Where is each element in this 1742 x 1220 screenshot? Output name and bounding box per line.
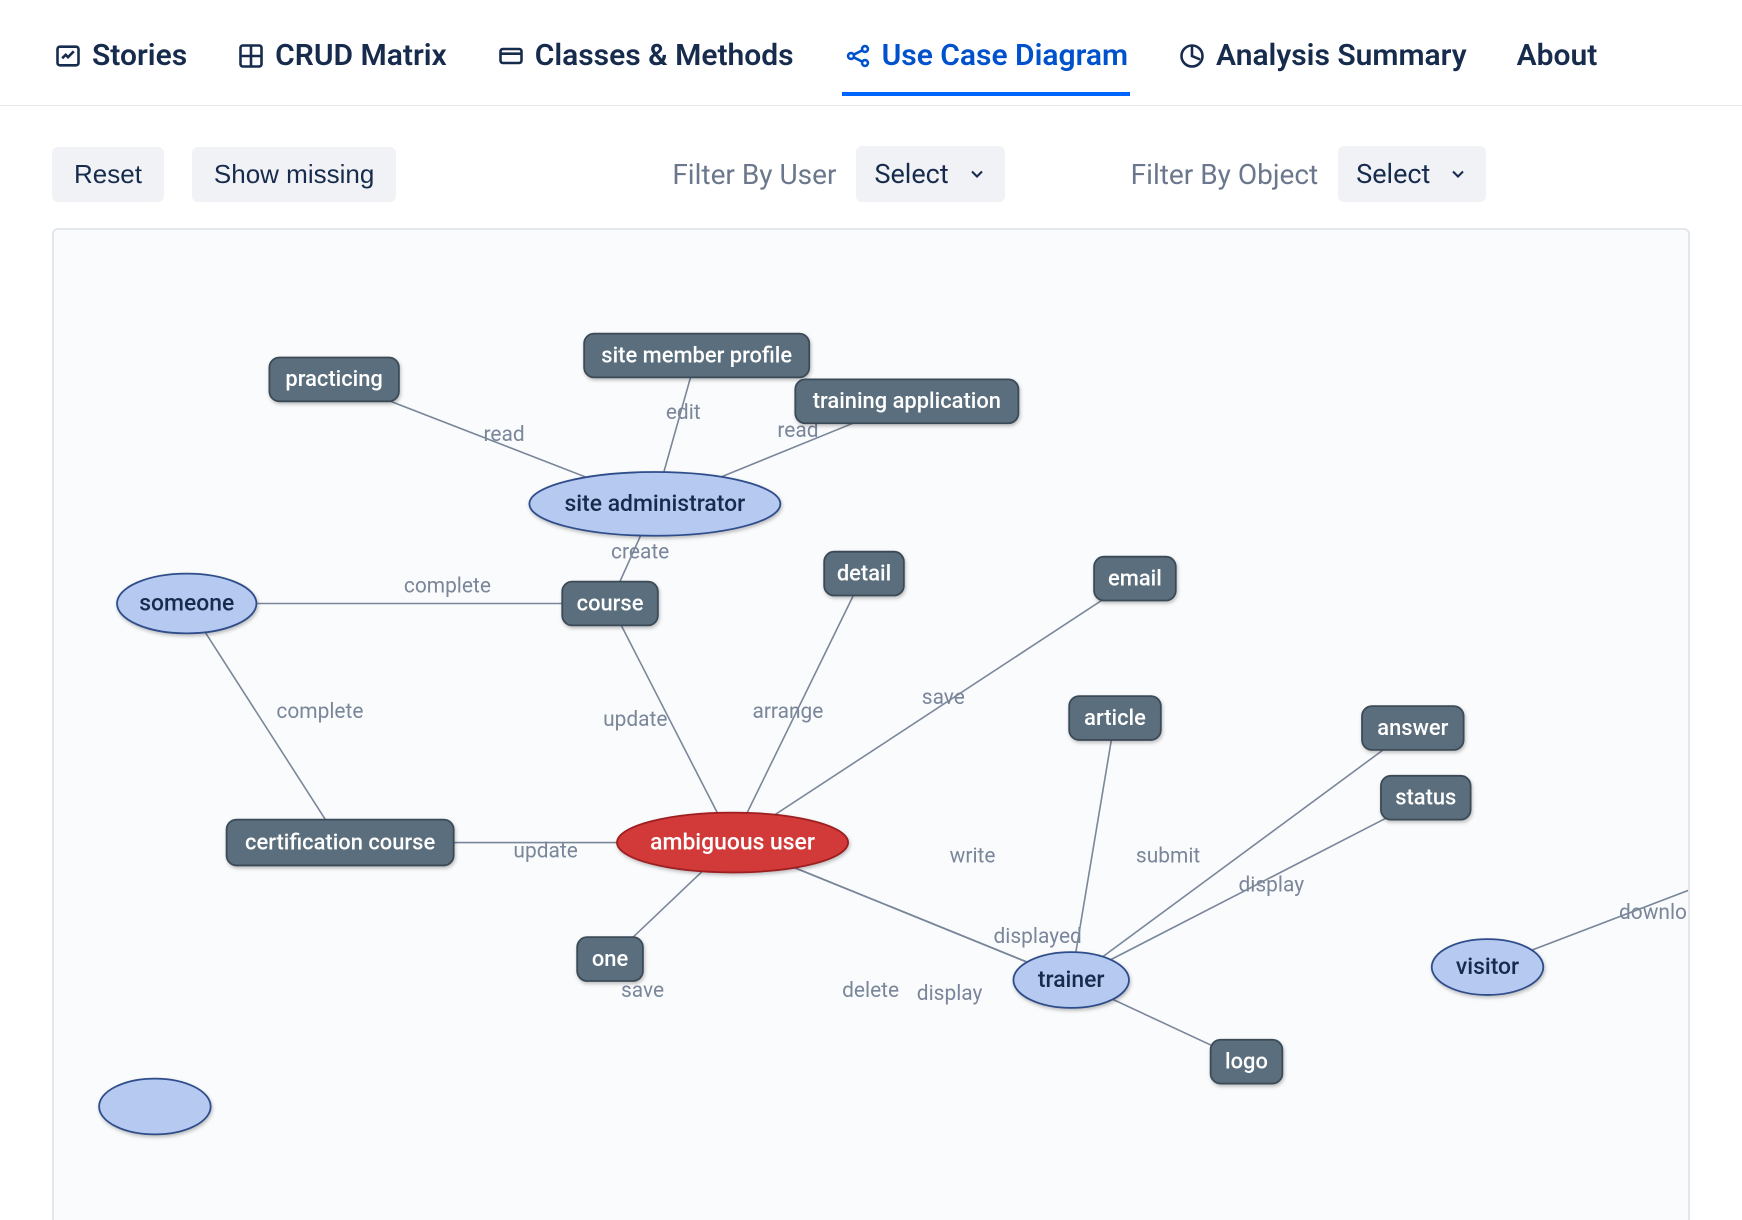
actor-label: trainer (1038, 966, 1105, 993)
actor-node-visitor[interactable]: visitor (1432, 939, 1544, 995)
filter-user-label: Filter By User (672, 158, 836, 191)
filter-user-select[interactable]: Select (856, 146, 1004, 202)
object-node-training_app[interactable]: training application (795, 379, 1018, 423)
tab-classes[interactable]: Classes & Methods (495, 24, 796, 95)
tab-crud[interactable]: CRUD Matrix (235, 24, 449, 95)
object-label: status (1395, 785, 1456, 810)
tab-label: Analysis Summary (1216, 38, 1467, 73)
show-missing-button[interactable]: Show missing (192, 147, 396, 202)
object-node-cert_course[interactable]: certification course (227, 820, 454, 866)
edge-label: complete (404, 575, 491, 599)
object-label: course (577, 591, 644, 616)
card-icon (497, 42, 525, 70)
tab-label: Use Case Diagram (882, 38, 1128, 73)
edge-label: update (603, 708, 667, 732)
select-value: Select (1356, 158, 1430, 190)
filter-object-select[interactable]: Select (1338, 146, 1486, 202)
object-label: practicing (285, 367, 382, 392)
grid-icon (237, 42, 265, 70)
pie-icon (1178, 42, 1206, 70)
actor-node-someone[interactable]: someone (117, 574, 256, 634)
actor-label: visitor (1456, 953, 1519, 980)
graph-edge (1071, 728, 1413, 980)
edge-label: write (950, 844, 996, 868)
edge-label: complete (276, 700, 363, 724)
object-label: site member profile (601, 343, 792, 368)
actor-node-ambiguous[interactable]: ambiguous user (617, 813, 848, 873)
tabs-bar: Stories CRUD Matrix Classes & Methods Us… (0, 0, 1742, 106)
tab-label: CRUD Matrix (275, 38, 447, 73)
edge-label: save (621, 979, 664, 1003)
tab-stories[interactable]: Stories (52, 24, 189, 95)
tab-label: Stories (92, 38, 187, 73)
edge-label: read (484, 423, 525, 447)
edge-label: display (917, 982, 983, 1006)
actor-label: ambiguous user (650, 829, 815, 856)
object-node-answer[interactable]: answer (1362, 706, 1464, 750)
share-icon (844, 42, 872, 70)
object-label: training application (813, 389, 1001, 414)
tab-analysis[interactable]: Analysis Summary (1176, 24, 1469, 95)
tab-label: Classes & Methods (535, 38, 794, 73)
edge-label: download (1619, 901, 1688, 925)
object-label: email (1108, 566, 1162, 591)
object-node-logo[interactable]: logo (1211, 1040, 1283, 1084)
object-label: answer (1377, 716, 1448, 741)
object-node-article[interactable]: article (1069, 696, 1161, 740)
edge-label: delete (842, 979, 899, 1003)
object-node-practicing[interactable]: practicing (269, 357, 398, 401)
edge-label: submit (1136, 844, 1200, 868)
edge-label: create (611, 541, 669, 565)
object-label: one (592, 947, 629, 972)
object-label: detail (837, 561, 891, 586)
object-node-one[interactable]: one (577, 937, 643, 981)
edge-label: displayed (994, 925, 1082, 949)
chevron-down-icon (1448, 164, 1468, 184)
object-label: logo (1225, 1049, 1268, 1074)
chevron-down-icon (967, 164, 987, 184)
select-value: Select (874, 158, 948, 190)
edge-label: update (513, 839, 577, 863)
actor-node-unknown_bl[interactable] (99, 1079, 211, 1135)
tab-about[interactable]: About (1515, 24, 1600, 95)
filter-by-user: Filter By User Select (672, 146, 1004, 202)
edge-label: arrange (752, 700, 823, 724)
object-label: certification course (245, 830, 435, 855)
actor-node-site_admin[interactable]: site administrator (529, 472, 780, 536)
tab-usecase[interactable]: Use Case Diagram (842, 24, 1130, 95)
filter-object-label: Filter By Object (1131, 158, 1319, 191)
actor-label: site administrator (565, 490, 746, 517)
actor-label: someone (139, 590, 234, 617)
edge-label: save (922, 686, 965, 710)
object-node-status[interactable]: status (1381, 776, 1471, 820)
toolbar: Reset Show missing Filter By User Select… (0, 106, 1742, 228)
diagram-canvas[interactable]: readeditreadcreatecompletecompleteupdate… (52, 228, 1690, 1220)
actor-node-trainer[interactable]: trainer (1013, 952, 1129, 1008)
filter-by-object: Filter By Object Select (1131, 146, 1487, 202)
object-node-course[interactable]: course (562, 582, 658, 626)
tab-label: About (1517, 38, 1598, 73)
object-label: article (1084, 706, 1146, 731)
object-node-site_member_profile[interactable]: site member profile (584, 334, 809, 378)
graph-edge (1071, 718, 1115, 980)
graph-svg: readeditreadcreatecompletecompleteupdate… (54, 230, 1688, 1220)
object-node-email[interactable]: email (1094, 557, 1176, 601)
object-node-detail[interactable]: detail (824, 552, 904, 596)
stories-icon (54, 42, 82, 70)
edge-label: edit (666, 401, 701, 425)
edge-label: display (1239, 873, 1305, 897)
reset-button[interactable]: Reset (52, 147, 164, 202)
